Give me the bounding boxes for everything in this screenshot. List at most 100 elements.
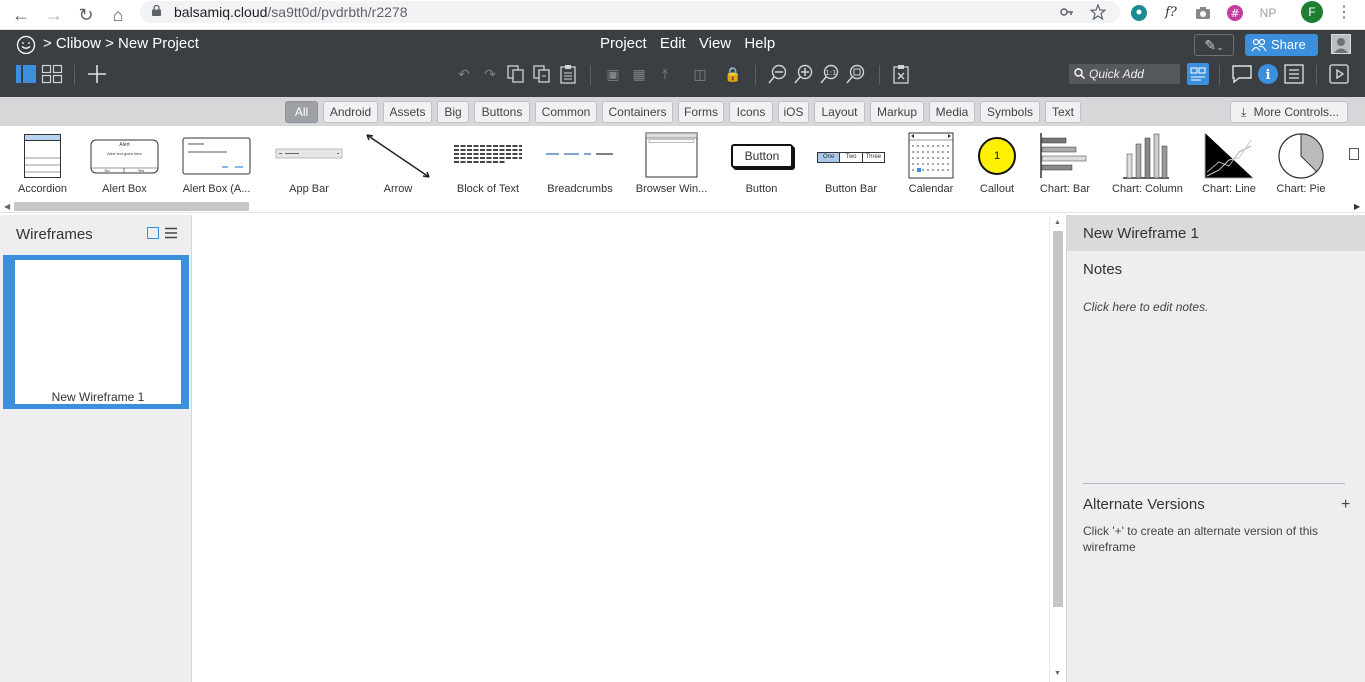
library-item-app-bar[interactable]: App Bar [275, 130, 343, 196]
filter-tab-layout[interactable]: Layout [814, 101, 865, 123]
library-item-alert-box[interactable]: Alert Alert text goes here No Yes Alert … [90, 130, 159, 196]
inspector-title[interactable]: New Wireframe 1 [1083, 225, 1199, 242]
library-item-button-bar[interactable]: One Two Three Button Bar [816, 130, 886, 196]
library-scroll-thumb[interactable] [14, 202, 249, 211]
library-scrollbar[interactable]: ◀ ▶ [0, 199, 1365, 213]
reload-icon[interactable]: ↻ [74, 3, 98, 27]
filter-tab-forms[interactable]: Forms [678, 101, 724, 123]
comments-icon[interactable] [1231, 63, 1253, 85]
breadcrumb[interactable]: > Clibow > New Project [43, 35, 199, 52]
user-avatar[interactable] [1331, 34, 1351, 54]
more-controls-button[interactable]: ⤓ More Controls... [1230, 101, 1348, 123]
library-item-alert-box-android[interactable]: Alert Box (A... [182, 130, 251, 196]
edit-mode-button[interactable]: ✎⌄ [1194, 34, 1234, 56]
wireframe-card[interactable]: New Wireframe 1 [3, 255, 189, 409]
forward-icon[interactable]: → [42, 3, 66, 27]
library-item-callout[interactable]: 1 Callout [977, 130, 1017, 196]
button-sample: Button [731, 144, 793, 168]
thumbnail-view-icon[interactable] [147, 227, 159, 239]
zoom-in-icon[interactable] [793, 63, 815, 85]
library-item-chart-bar[interactable]: Chart: Bar [1040, 130, 1090, 196]
hash-extension-icon[interactable]: # [1225, 3, 1245, 23]
filter-tab-android[interactable]: Android [323, 101, 378, 123]
menu-project[interactable]: Project [600, 35, 647, 52]
library-item-label: Callout [979, 183, 1015, 195]
profile-avatar[interactable]: F [1301, 1, 1323, 23]
key-icon[interactable] [1060, 5, 1074, 19]
menu-view[interactable]: View [699, 35, 731, 52]
filter-tab-common[interactable]: Common [535, 101, 597, 123]
info-icon[interactable]: i [1257, 63, 1279, 85]
library-item-button[interactable]: Button Button [730, 130, 793, 196]
scroll-left-icon[interactable]: ◀ [4, 202, 10, 211]
library-item-arrow[interactable]: Arrow [364, 130, 432, 196]
alert-body: Alert text goes here [107, 151, 142, 156]
filter-tab-buttons[interactable]: Buttons [474, 101, 530, 123]
zoom-out-icon[interactable] [767, 63, 789, 85]
menu-edit[interactable]: Edit [660, 35, 686, 52]
np-extension-icon[interactable]: NP [1255, 3, 1281, 23]
filter-tab-assets[interactable]: Assets [383, 101, 432, 123]
paste-icon[interactable] [557, 63, 579, 85]
ungroup-icon[interactable]: ▦ [628, 63, 650, 85]
library-item-chart-pie[interactable]: Chart: Pie [1277, 130, 1325, 196]
list-view-icon[interactable] [164, 227, 178, 239]
filter-tab-ios[interactable]: iOS [778, 101, 809, 123]
library-item-breadcrumbs[interactable]: Breadcrumbs [545, 130, 615, 196]
grid-view-icon[interactable] [41, 63, 63, 85]
presentation-icon[interactable] [1328, 63, 1350, 85]
chart-bar-thumbnail [1040, 133, 1087, 178]
add-alternate-version-button[interactable]: + [1341, 496, 1350, 514]
library-item-chart-line[interactable]: Chart: Line [1202, 130, 1256, 196]
group-icon[interactable]: ▣ [602, 63, 624, 85]
home-icon[interactable]: ⌂ [106, 3, 130, 27]
filter-tab-text[interactable]: Text [1045, 101, 1081, 123]
bring-front-icon[interactable]: ⤒ [654, 63, 676, 85]
camera-extension-icon[interactable] [1193, 3, 1213, 23]
copy-icon[interactable] [505, 63, 527, 85]
filter-tab-markup[interactable]: Markup [870, 101, 924, 123]
redo-icon[interactable]: ↷ [479, 63, 501, 85]
canvas-scroll-thumb[interactable] [1053, 231, 1063, 607]
filter-tab-all[interactable]: All [285, 101, 318, 123]
align-icon[interactable]: ◫ [689, 63, 711, 85]
filter-tab-big[interactable]: Big [437, 101, 469, 123]
address-bar[interactable]: balsamiq.cloud/sa9tt0d/pvdrbth/r2278 [140, 1, 1120, 23]
library-item-calendar[interactable]: Calendar [908, 130, 954, 196]
filter-tab-media[interactable]: Media [929, 101, 975, 123]
library-item-browser-window[interactable]: Browser Win... [636, 130, 707, 196]
properties-icon[interactable] [1283, 63, 1305, 85]
scroll-up-icon[interactable]: ▲ [1054, 219, 1061, 226]
filter-tab-icons[interactable]: Icons [729, 101, 773, 123]
scroll-right-icon[interactable]: ▶ [1354, 202, 1360, 211]
browser-toolbar: ← → ↻ ⌂ balsamiq.cloud/sa9tt0d/pvdrbth/r… [0, 0, 1365, 30]
bookmark-star-icon[interactable] [1090, 4, 1106, 20]
wireframe-canvas[interactable] [193, 215, 1048, 682]
zoom-actual-icon[interactable]: 1:1 [819, 63, 841, 85]
balsamiq-logo-icon[interactable] [16, 35, 36, 55]
filter-tab-symbols[interactable]: Symbols [980, 101, 1040, 123]
font-extension-icon[interactable]: f? [1161, 3, 1181, 23]
filter-tab-containers[interactable]: Containers [602, 101, 673, 123]
quick-add-input[interactable]: Quick Add [1069, 64, 1180, 84]
browser-menu-icon[interactable]: ⋮ [1334, 3, 1354, 23]
notes-field[interactable]: Click here to edit notes. [1083, 300, 1208, 314]
library-item-accordion[interactable]: Accordion [18, 130, 67, 196]
library-item-block-of-text[interactable]: Block of Text [453, 130, 523, 196]
undo-icon[interactable]: ↶ [453, 63, 475, 85]
location-extension-icon[interactable] [1129, 3, 1149, 23]
add-icon[interactable] [86, 63, 108, 85]
zoom-fit-icon[interactable] [845, 63, 867, 85]
library-item-chart-column[interactable]: Chart: Column [1112, 130, 1183, 196]
duplicate-icon[interactable] [531, 63, 553, 85]
library-item-label: Calendar [908, 183, 954, 195]
lock-toolbar-icon[interactable]: 🔒 [722, 63, 744, 85]
single-view-icon[interactable] [15, 63, 37, 85]
clipboard-delete-icon[interactable] [890, 63, 912, 85]
share-button[interactable]: Share [1245, 34, 1318, 56]
scroll-down-icon[interactable]: ▼ [1054, 670, 1061, 677]
back-icon[interactable]: ← [9, 3, 33, 27]
menu-help[interactable]: Help [744, 35, 775, 52]
canvas-scrollbar[interactable]: ▲ ▼ [1049, 215, 1066, 682]
ui-library-icon[interactable] [1187, 63, 1209, 85]
